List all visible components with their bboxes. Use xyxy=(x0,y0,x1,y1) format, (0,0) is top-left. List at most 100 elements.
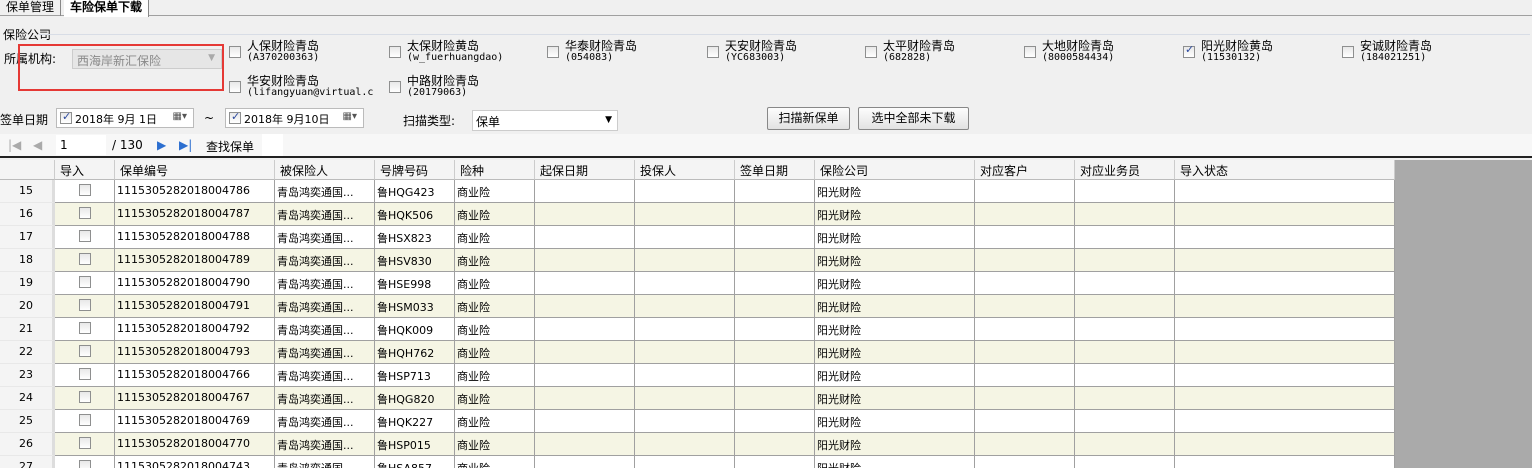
import-checkbox[interactable] xyxy=(79,368,91,380)
table-cell: 青岛鸿奕通国... xyxy=(275,272,375,295)
company-checkbox[interactable] xyxy=(1342,46,1354,58)
column-header[interactable]: 起保日期 xyxy=(535,160,635,180)
date-from-checkbox[interactable] xyxy=(60,110,72,124)
table-cell xyxy=(735,203,815,226)
company-checkbox[interactable] xyxy=(547,46,559,58)
column-header[interactable]: 保险公司 xyxy=(815,160,975,180)
table-row[interactable]: 26 1115305282018004770 青岛鸿奕通国... 鲁HSP015 商业险… xyxy=(0,433,1395,456)
import-checkbox[interactable] xyxy=(79,253,91,265)
column-header[interactable]: 对应业务员 xyxy=(1075,160,1175,180)
company-checkbox[interactable] xyxy=(389,46,401,58)
import-cell xyxy=(55,180,115,203)
import-cell xyxy=(55,203,115,226)
table-cell xyxy=(635,249,735,272)
company-checkbox[interactable] xyxy=(1183,44,1195,58)
row-number: 27 xyxy=(0,456,55,468)
import-checkbox[interactable] xyxy=(79,184,91,196)
column-header[interactable]: 险种 xyxy=(455,160,535,180)
import-checkbox[interactable] xyxy=(79,391,91,403)
date-to-picker[interactable]: 2018年 9月10日 ▦▾ xyxy=(225,108,364,128)
company-name: 华安财险青岛 xyxy=(247,74,320,88)
table-cell xyxy=(635,410,735,433)
import-checkbox[interactable] xyxy=(79,460,91,468)
table-cell xyxy=(735,295,815,318)
column-header[interactable]: 导入状态 xyxy=(1175,160,1395,180)
table-row[interactable]: 22 1115305282018004793 青岛鸿奕通国... 鲁HQH762 商业险… xyxy=(0,341,1395,364)
table-row[interactable]: 23 1115305282018004766 青岛鸿奕通国... 鲁HSP713 商业险… xyxy=(0,364,1395,387)
table-cell xyxy=(635,272,735,295)
import-cell xyxy=(55,410,115,433)
date-from-picker[interactable]: 2018年 9月 1日 ▦▾ xyxy=(56,108,194,128)
import-checkbox[interactable] xyxy=(79,276,91,288)
table-cell: 阳光财险 xyxy=(815,387,975,410)
table-cell: 阳光财险 xyxy=(815,456,975,468)
table-cell: 商业险 xyxy=(455,295,535,318)
table-row[interactable]: 19 1115305282018004790 青岛鸿奕通国... 鲁HSE998 商业险… xyxy=(0,272,1395,295)
table-row[interactable]: 15 1115305282018004786 青岛鸿奕通国... 鲁HQG423 商业险… xyxy=(0,180,1395,203)
import-checkbox[interactable] xyxy=(79,345,91,357)
table-cell: 商业险 xyxy=(455,456,535,468)
tab-auto-policy-download[interactable]: 车险保单下载 xyxy=(64,0,150,17)
table-cell xyxy=(975,433,1075,456)
company-checkbox[interactable] xyxy=(229,46,241,58)
column-header[interactable]: 保单编号 xyxy=(115,160,275,180)
table-cell xyxy=(535,387,635,410)
last-page-icon[interactable]: ▶| xyxy=(179,138,192,152)
divider xyxy=(262,134,283,156)
table-cell xyxy=(1175,180,1395,203)
column-header[interactable]: 投保人 xyxy=(635,160,735,180)
table-cell: 1115305282018004766 xyxy=(115,364,275,387)
table-cell xyxy=(635,226,735,249)
table-cell: 鲁HSM033 xyxy=(375,295,455,318)
table-cell: 青岛鸿奕通国... xyxy=(275,203,375,226)
table-cell xyxy=(1175,226,1395,249)
table-row[interactable]: 16 1115305282018004787 青岛鸿奕通国... 鲁HQK506 商业险… xyxy=(0,203,1395,226)
table-cell xyxy=(1075,433,1175,456)
company-checkbox[interactable] xyxy=(229,81,241,93)
prev-page-icon[interactable]: ◀ xyxy=(33,138,42,152)
import-checkbox[interactable] xyxy=(79,414,91,426)
column-header[interactable]: 号牌号码 xyxy=(375,160,455,180)
first-page-icon[interactable]: |◀ xyxy=(8,138,21,152)
divider xyxy=(38,34,1530,35)
table-cell xyxy=(1075,295,1175,318)
calendar-icon[interactable]: ▦▾ xyxy=(173,111,187,122)
row-number: 21 xyxy=(0,318,55,341)
table-cell: 商业险 xyxy=(455,410,535,433)
next-page-icon[interactable]: ▶ xyxy=(157,138,166,152)
table-cell xyxy=(1075,456,1175,468)
column-header[interactable]: 被保险人 xyxy=(275,160,375,180)
scan-new-policy-button[interactable]: 扫描新保单 xyxy=(767,107,850,130)
scan-type-select[interactable]: 保单 ▼ xyxy=(472,110,618,131)
table-cell xyxy=(1175,341,1395,364)
table-row[interactable]: 25 1115305282018004769 青岛鸿奕通国... 鲁HQK227 商业险… xyxy=(0,410,1395,433)
date-to-checkbox[interactable] xyxy=(229,110,241,124)
page-input[interactable]: 1 xyxy=(56,135,106,155)
select-all-undownloaded-button[interactable]: 选中全部未下载 xyxy=(858,107,969,130)
company-checkbox[interactable] xyxy=(389,81,401,93)
table-row[interactable]: 27 1115305282018004743青岛鸿奕通国...鲁HSA857商业险… xyxy=(0,456,1395,468)
table-row[interactable]: 24 1115305282018004767 青岛鸿奕通国... 鲁HQG820 商业险… xyxy=(0,387,1395,410)
import-checkbox[interactable] xyxy=(79,437,91,449)
import-checkbox[interactable] xyxy=(79,299,91,311)
column-header[interactable]: 对应客户 xyxy=(975,160,1075,180)
column-header[interactable]: 导入 xyxy=(55,160,115,180)
company-code: (11530132) xyxy=(1201,52,1262,63)
table-row[interactable]: 20 1115305282018004791 青岛鸿奕通国... 鲁HSM033 商业险… xyxy=(0,295,1395,318)
company-checkbox[interactable] xyxy=(1024,46,1036,58)
scan-type-value: 保单 xyxy=(476,115,501,129)
import-checkbox[interactable] xyxy=(79,207,91,219)
table-row[interactable]: 17 1115305282018004788 青岛鸿奕通国... 鲁HSX823 商业险… xyxy=(0,226,1395,249)
company-checkbox[interactable] xyxy=(865,46,877,58)
company-checkbox[interactable] xyxy=(707,46,719,58)
tab-policy-management[interactable]: 保单管理 xyxy=(0,0,62,16)
table-row[interactable]: 18 1115305282018004789 青岛鸿奕通国... 鲁HSV830 商业险… xyxy=(0,249,1395,272)
table-row[interactable]: 21 1115305282018004792 青岛鸿奕通国... 鲁HQK009 商业险… xyxy=(0,318,1395,341)
table-cell: 商业险 xyxy=(455,433,535,456)
find-policy-button[interactable]: 查找保单 xyxy=(206,138,254,155)
calendar-icon[interactable]: ▦▾ xyxy=(343,111,357,122)
import-checkbox[interactable] xyxy=(79,230,91,242)
table-cell xyxy=(535,341,635,364)
import-checkbox[interactable] xyxy=(79,322,91,334)
column-header[interactable]: 签单日期 xyxy=(735,160,815,180)
